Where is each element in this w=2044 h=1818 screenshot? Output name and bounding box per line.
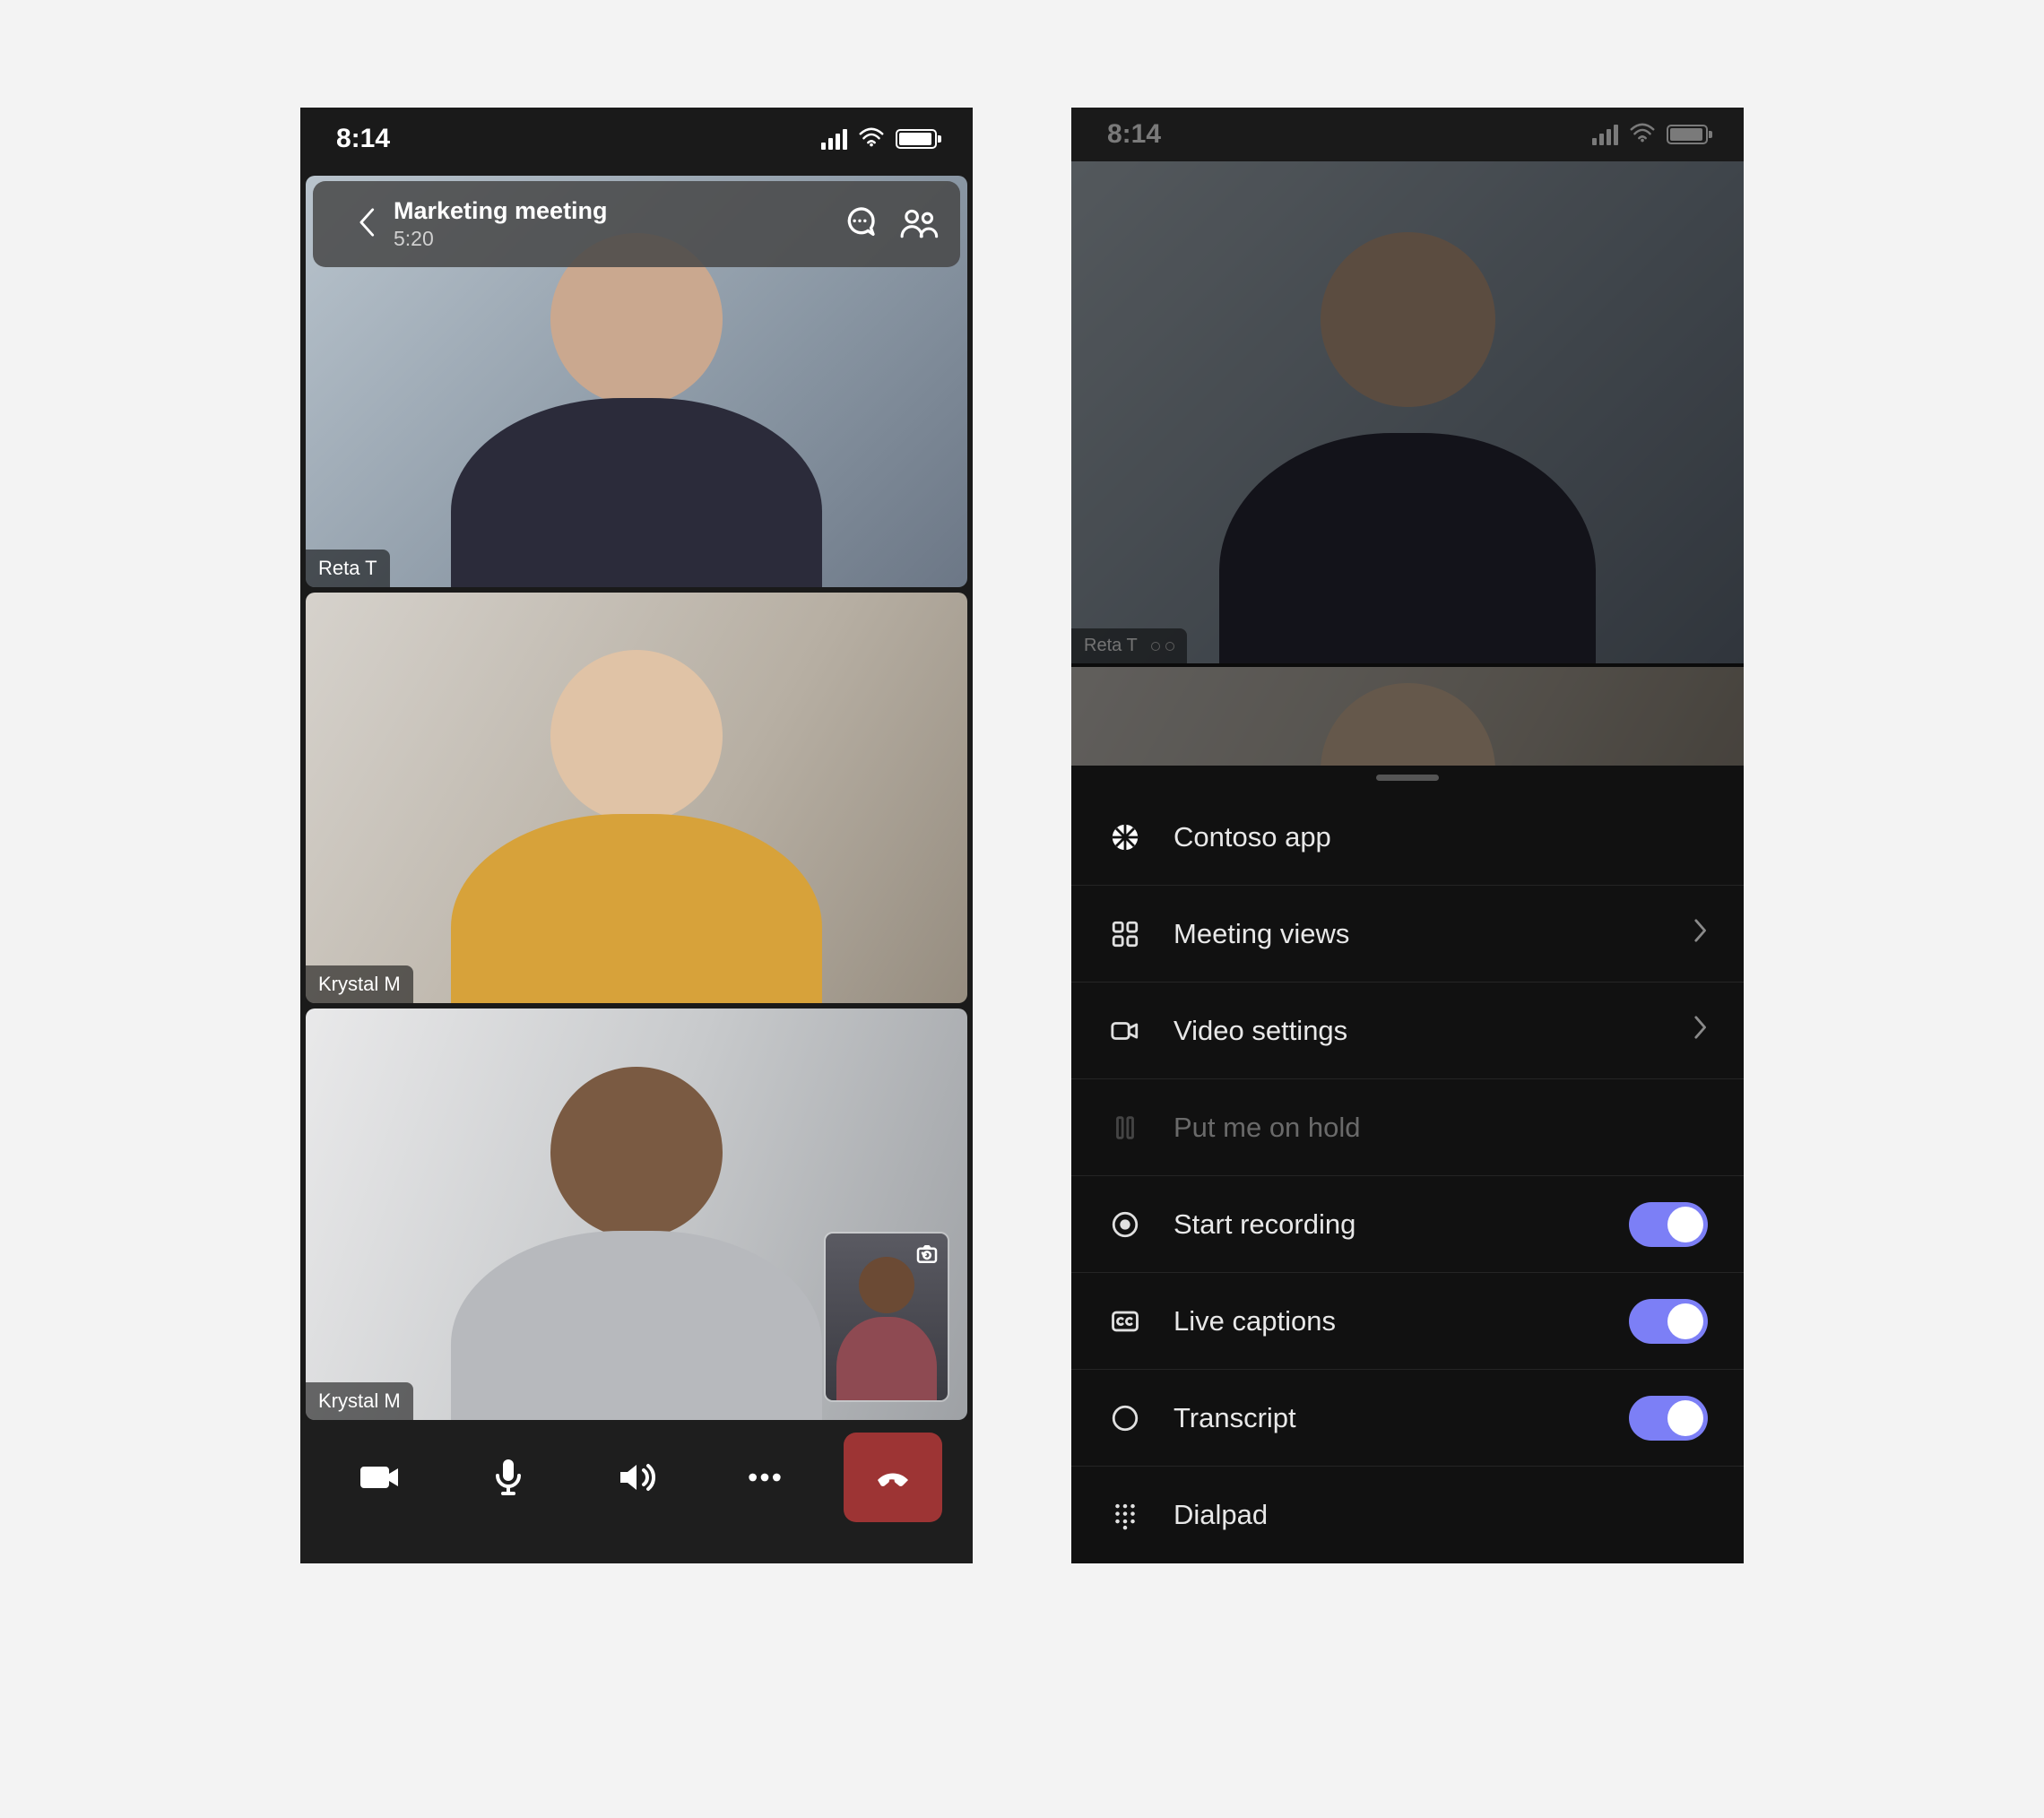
participant-name: Krystal M: [306, 1382, 413, 1420]
video-grid-dimmed: Reta T: [1071, 161, 1744, 766]
speaker-toggle-button[interactable]: [587, 1433, 686, 1522]
status-indicators: [821, 124, 937, 154]
app-icon: [1107, 822, 1143, 853]
grid-icon: [1107, 919, 1143, 949]
circle-icon: [1107, 1403, 1143, 1433]
status-time: 8:14: [1107, 119, 1161, 150]
menu-item-meeting-views[interactable]: Meeting views: [1071, 886, 1744, 983]
participants-button[interactable]: [899, 204, 939, 245]
participant-name: Krystal M: [306, 965, 413, 1003]
wifi-icon: [858, 124, 885, 154]
menu-item-hold: Put me on hold: [1071, 1079, 1744, 1176]
menu-item-captions[interactable]: Live captions: [1071, 1273, 1744, 1370]
battery-icon: [1667, 125, 1708, 144]
menu-label: Live captions: [1174, 1305, 1598, 1338]
participant-tile[interactable]: Krystal M: [306, 593, 967, 1004]
participant-name: Reta T: [306, 550, 390, 587]
menu-label: Start recording: [1174, 1208, 1598, 1241]
chevron-right-icon: [1692, 918, 1708, 950]
sheet-grabber[interactable]: [1376, 775, 1439, 781]
call-toolbar: [300, 1420, 973, 1563]
menu-label: Transcript: [1174, 1402, 1598, 1434]
flip-camera-icon[interactable]: [914, 1241, 940, 1268]
meeting-title-block: Marketing meeting 5:20: [394, 197, 820, 251]
menu-label: Contoso app: [1174, 821, 1708, 853]
participant-tile[interactable]: Krystal M: [306, 1009, 967, 1420]
menu-label: Dialpad: [1174, 1499, 1708, 1531]
toggle-switch[interactable]: [1629, 1299, 1708, 1344]
hang-up-button[interactable]: [844, 1433, 942, 1522]
back-button[interactable]: [356, 207, 379, 242]
record-icon: [1107, 1209, 1143, 1240]
status-bar: 8:14: [300, 108, 973, 170]
menu-item-video-settings[interactable]: Video settings: [1071, 983, 1744, 1079]
menu-item-recording[interactable]: Start recording: [1071, 1176, 1744, 1273]
status-bar: 8:14: [1071, 108, 1744, 161]
meeting-duration: 5:20: [394, 227, 820, 251]
hold-icon: [1107, 1112, 1143, 1143]
more-options-button[interactable]: [715, 1433, 814, 1522]
chat-button[interactable]: [842, 204, 878, 245]
scrim-overlay[interactable]: [1071, 161, 1744, 766]
meeting-header: Marketing meeting 5:20: [313, 181, 960, 267]
dialpad-icon: [1107, 1500, 1143, 1530]
microphone-toggle-button[interactable]: [459, 1433, 558, 1522]
phone-options-sheet-view: 8:14 Reta T: [1071, 108, 1744, 1563]
chevron-right-icon: [1692, 1015, 1708, 1047]
self-view[interactable]: [824, 1232, 949, 1402]
menu-item-dialpad[interactable]: Dialpad: [1071, 1467, 1744, 1563]
options-sheet: Contoso app Meeting views Video settings: [1071, 766, 1744, 1563]
phone-meeting-view: 8:14 Marketing meeting 5:20: [300, 108, 973, 1563]
menu-label: Video settings: [1174, 1015, 1661, 1047]
menu-item-contoso[interactable]: Contoso app: [1071, 789, 1744, 886]
toggle-switch[interactable]: [1629, 1202, 1708, 1247]
cellular-icon: [1592, 125, 1618, 145]
wifi-icon: [1629, 119, 1656, 150]
cc-icon: [1107, 1306, 1143, 1337]
camera-toggle-button[interactable]: [331, 1433, 429, 1522]
menu-label: Meeting views: [1174, 918, 1661, 950]
cellular-icon: [821, 129, 847, 150]
menu-item-transcript[interactable]: Transcript: [1071, 1370, 1744, 1467]
meeting-title: Marketing meeting: [394, 197, 820, 225]
menu-label: Put me on hold: [1174, 1112, 1708, 1144]
battery-icon: [896, 129, 937, 149]
video-grid: Reta T Krystal M Krystal M: [300, 170, 973, 1420]
status-indicators: [1592, 119, 1708, 150]
status-time: 8:14: [336, 124, 390, 154]
toggle-switch[interactable]: [1629, 1396, 1708, 1441]
video-icon: [1107, 1016, 1143, 1046]
